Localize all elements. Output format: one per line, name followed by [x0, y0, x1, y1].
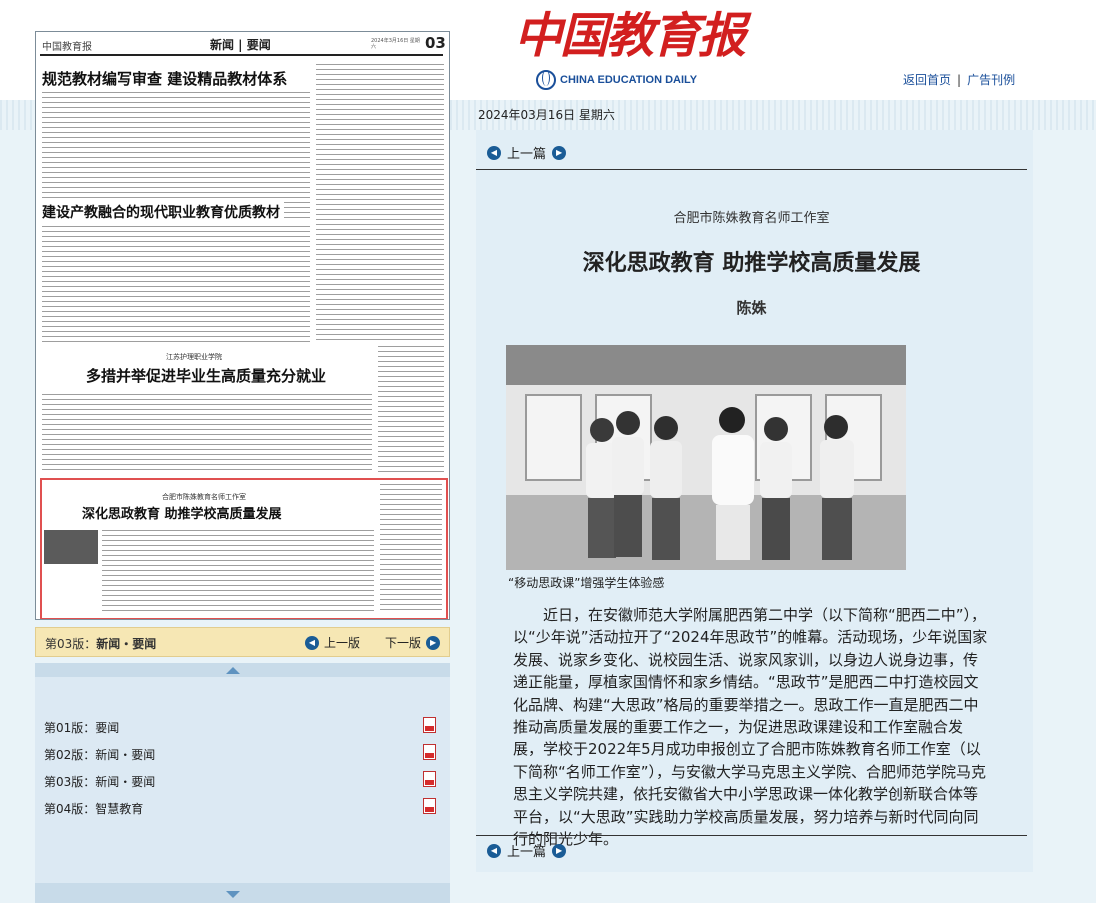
pdf-icon[interactable]	[423, 717, 436, 733]
scroll-up-icon[interactable]	[226, 667, 240, 674]
thumb-masthead: 中国教育报	[42, 42, 92, 53]
arrow-right-icon: ▶	[552, 145, 567, 160]
thumb-text-block	[42, 224, 310, 344]
article-author: 陈姝	[736, 299, 767, 317]
photo-caption: “移动思政课”增强学生体验感	[508, 576, 665, 590]
logo-english: CHINA EDUCATION DAILY	[560, 74, 698, 86]
article-photo	[506, 345, 906, 570]
prev-article-button[interactable]: ◀ 上一篇 ▶	[487, 143, 567, 162]
thumb-date: 2024年3月16日 星期六	[371, 38, 420, 50]
page-list-item[interactable]: 第04版：智慧教育	[44, 798, 444, 818]
thumb-text-block	[316, 62, 444, 344]
arrow-right-icon: ▶	[552, 843, 567, 858]
current-page-bar: 第03版：新闻・要闻 ◀ 上一版 下一版 ▶	[35, 627, 450, 657]
issue-date: 2024年03月16日 星期六	[478, 108, 615, 122]
current-page-label: 第03版：	[45, 637, 97, 651]
pdf-icon[interactable]	[423, 744, 436, 760]
arrow-right-icon: ▶	[426, 635, 441, 650]
thumb-text-block	[380, 482, 442, 614]
thumb-headline-2[interactable]: 建设产教融合的现代职业教育优质教材	[42, 202, 284, 222]
home-link[interactable]: 返回首页	[903, 73, 951, 87]
thumb-text-block	[42, 392, 372, 472]
site-logo[interactable]: 中国教育报 CHINA EDUCATION DAILY	[514, 8, 746, 90]
divider	[476, 835, 1027, 836]
classroom-photo	[506, 345, 906, 570]
arrow-left-icon: ◀	[487, 145, 501, 160]
thumb-rule	[40, 54, 443, 56]
thumb-text-block	[378, 344, 444, 474]
current-page-name: 新闻・要闻	[96, 637, 157, 651]
prev-article-button-bottom[interactable]: ◀ 上一篇 ▶	[487, 841, 567, 860]
pdf-icon[interactable]	[423, 798, 436, 814]
pdf-icon[interactable]	[423, 771, 436, 787]
page-list: 第01版：要闻 第02版：新闻・要闻 第03版：新闻・要闻 第04版：智慧教育	[35, 663, 450, 903]
page-thumbnail[interactable]: 中国教育报 新闻 | 要闻 2024年3月16日 星期六 03 规范教材编写审查…	[35, 31, 450, 620]
globe-icon	[536, 70, 556, 90]
thumb-photo	[44, 530, 98, 564]
thumb-headline-4: 深化思政教育 助推学校高质量发展	[82, 507, 282, 522]
logo-chinese: 中国教育报	[514, 8, 746, 64]
page-list-item[interactable]: 第02版：新闻・要闻	[44, 744, 444, 764]
article-body: 近日，在安徽师范大学附属肥西第二中学（以下简称“肥西二中”），以“少年说”活动拉…	[513, 606, 988, 849]
prev-page-button[interactable]: ◀ 上一版	[305, 634, 360, 651]
arrow-left-icon: ◀	[487, 843, 501, 858]
thumb-headline-1[interactable]: 规范教材编写审查 建设精品教材体系	[42, 68, 287, 89]
top-nav: 返回首页 | 广告刊例	[903, 71, 1015, 88]
article-title: 深化思政教育 助推学校高质量发展	[582, 250, 921, 276]
highlighted-article[interactable]: 合肥市陈姝教育名师工作室 深化思政教育 助推学校高质量发展	[40, 478, 448, 619]
thumb-text-block	[102, 528, 374, 614]
next-page-button[interactable]: 下一版 ▶	[385, 634, 441, 651]
article-kicker: 合肥市陈姝教育名师工作室	[673, 211, 830, 226]
thumb-subhead-2: 合肥市陈姝教育名师工作室	[162, 493, 246, 501]
page-list-item[interactable]: 第01版：要闻	[44, 717, 444, 737]
page-list-item[interactable]: 第03版：新闻・要闻	[44, 771, 444, 791]
thumb-section: 新闻 | 要闻	[210, 38, 271, 52]
nav-separator: |	[957, 73, 962, 87]
ad-rates-link[interactable]: 广告刊例	[967, 73, 1015, 87]
thumb-text-block	[42, 90, 310, 220]
arrow-left-icon: ◀	[305, 635, 319, 650]
divider	[476, 169, 1027, 170]
thumb-subhead-1: 江苏护理职业学院	[166, 353, 222, 361]
thumb-headline-3[interactable]: 多措并举促进毕业生高质量充分就业	[86, 365, 326, 386]
thumb-page-number: 03	[425, 34, 446, 52]
scroll-down-icon[interactable]	[226, 891, 240, 898]
